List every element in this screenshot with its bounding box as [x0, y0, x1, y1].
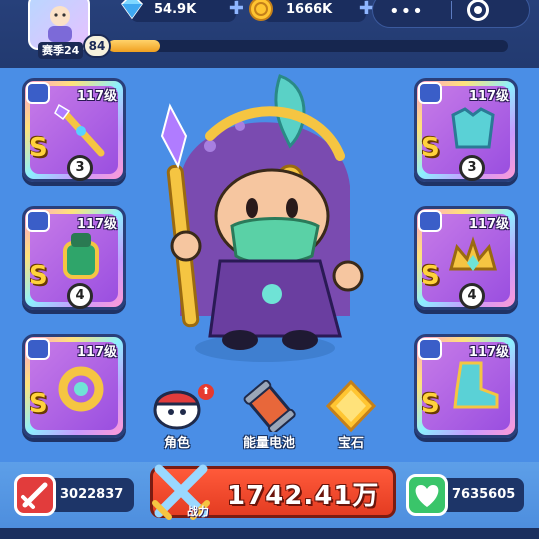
combat-power-panel[interactable]: 1742.41万 战力: [150, 464, 396, 520]
character-button[interactable]: ⬆ 角色: [144, 380, 214, 451]
crown-icon: [449, 236, 497, 271]
slot-grade: S: [421, 261, 440, 291]
xp-progress-fill: [108, 40, 160, 52]
energy-battery-button[interactable]: 能量电池: [236, 379, 302, 451]
battery-label: 能量电池: [242, 436, 295, 451]
capsule-divider: [451, 1, 452, 19]
slot-star-count: 3: [67, 155, 93, 181]
armor-slot[interactable]: 117级 S 3: [414, 78, 518, 182]
slot-grade: S: [421, 389, 440, 419]
gem-label: 宝石: [337, 436, 364, 451]
glove-slot[interactable]: 117级 S 4: [22, 206, 126, 310]
diamond-amount: 54.9K: [154, 2, 197, 17]
top-bar: 赛季24 84 54.9K ✚ 1666K ✚ •••: [0, 0, 539, 68]
helmet-category-icon: [418, 210, 442, 232]
diamond-icon: [121, 0, 143, 20]
diamond-counter: 54.9K ✚: [121, 0, 244, 22]
gem-button[interactable]: 宝石: [318, 379, 384, 451]
ring-category-icon: [26, 338, 50, 360]
coin-counter: 1666K ✚: [249, 0, 374, 22]
gauntlet-icon: [63, 233, 99, 279]
combat-power-value: 1742.41万: [227, 481, 380, 511]
helmet-slot[interactable]: 117级 S 4: [414, 206, 518, 310]
mini-program-capsule: •••: [372, 0, 530, 28]
weapon-category-icon: [26, 82, 50, 104]
armor-category-icon: [418, 82, 442, 104]
ring-slot[interactable]: 117级 S: [22, 334, 126, 438]
slot-grade: S: [421, 133, 440, 163]
boots-icon: [453, 361, 499, 409]
hero-character[interactable]: [140, 66, 380, 366]
health-stat: 7635605: [406, 474, 524, 516]
coin-amount: 1666K: [286, 2, 333, 17]
gem-icon: [325, 379, 377, 433]
coin-icon: [249, 0, 273, 21]
slot-star-count: 4: [67, 283, 93, 309]
boots-slot[interactable]: 117级 S: [414, 334, 518, 438]
slot-star-count: 4: [459, 283, 485, 309]
slot-star-count: 3: [459, 155, 485, 181]
slot-grade: S: [29, 389, 48, 419]
add-diamond-button[interactable]: ✚: [229, 0, 244, 18]
ring-icon: [58, 366, 104, 412]
character-label: 角色: [163, 436, 190, 451]
heart-icon: [406, 474, 448, 516]
glove-category-icon: [26, 210, 50, 232]
combat-power-label: 战力: [187, 505, 209, 518]
xp-progress-bar: [108, 40, 508, 52]
attack-value: 3022837: [60, 487, 124, 502]
scepter-icon: [54, 103, 105, 157]
close-target-icon[interactable]: [467, 0, 489, 21]
upgrade-arrow-icon: ⬆: [198, 384, 214, 400]
season-label: 赛季24: [38, 42, 84, 59]
avatar-portrait-icon: [48, 6, 72, 42]
attack-stat: 3022837: [14, 474, 134, 516]
health-value: 7635605: [452, 487, 516, 502]
battery-icon: [243, 379, 296, 434]
armor-icon: [451, 107, 495, 149]
slot-grade: S: [29, 261, 48, 291]
more-menu-button[interactable]: •••: [389, 1, 424, 22]
boots-category-icon: [418, 338, 442, 360]
weapon-slot[interactable]: 117级 S 3: [22, 78, 126, 182]
bottom-panel-edge: [0, 528, 539, 539]
attack-sword-icon: [14, 474, 56, 516]
slot-grade: S: [29, 133, 48, 163]
player-level-badge: 84: [83, 34, 111, 58]
